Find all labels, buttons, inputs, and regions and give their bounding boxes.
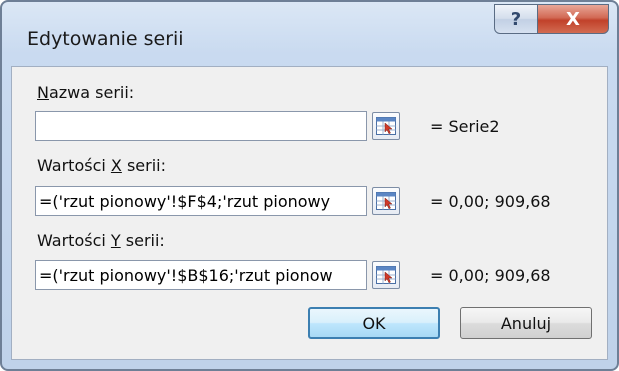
close-button[interactable]: X (537, 4, 609, 34)
cancel-button[interactable]: Anuluj (460, 307, 592, 339)
series-name-range-button[interactable] (372, 112, 400, 140)
y-values-result: = 0,00; 909,68 (430, 266, 551, 285)
dialog-title: Edytowanie serii (27, 28, 184, 50)
y-values-range-button[interactable] (372, 261, 400, 289)
range-selector-icon (376, 266, 396, 284)
title-bar[interactable]: Edytowanie serii ? X (2, 2, 617, 64)
series-name-label: Nazwa serii: (37, 83, 135, 102)
ok-button[interactable]: OK (308, 307, 440, 339)
x-values-result: = 0,00; 909,68 (430, 192, 551, 211)
x-values-range-button[interactable] (372, 187, 400, 215)
series-name-result: = Serie2 (430, 117, 500, 136)
y-values-label: Wartości Y serii: (37, 231, 165, 250)
x-values-input[interactable]: =('rzut pionowy'!$F$4;'rzut pionowy (35, 186, 367, 216)
x-values-label: Wartości X serii: (37, 156, 166, 175)
close-icon: X (566, 8, 580, 30)
series-name-input[interactable] (35, 111, 367, 141)
range-selector-icon (376, 192, 396, 210)
dialog-body: Nazwa serii: = Serie2 Wartości X serii: … (11, 66, 608, 360)
dialog-window: Edytowanie serii ? X Nazwa serii: = Seri… (0, 0, 619, 371)
help-icon: ? (510, 8, 522, 30)
range-selector-icon (376, 117, 396, 135)
y-values-input[interactable]: =('rzut pionowy'!$B$16;'rzut pionow (35, 260, 367, 290)
help-button[interactable]: ? (494, 4, 538, 34)
